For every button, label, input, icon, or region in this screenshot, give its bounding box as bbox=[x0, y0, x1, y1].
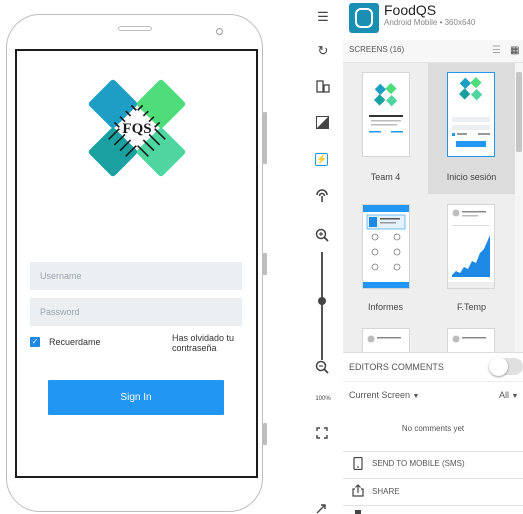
zoom-in-icon[interactable] bbox=[315, 228, 329, 242]
chevron-down-icon: ▼ bbox=[412, 393, 420, 400]
more-actions-row[interactable] bbox=[343, 505, 523, 514]
screens-title: SCREENS (16) bbox=[349, 45, 405, 54]
phone-icon bbox=[353, 457, 363, 470]
more-actions-icon bbox=[355, 510, 361, 514]
fqs-logo: FQS bbox=[88, 79, 186, 177]
grid-view-icon[interactable]: ▦ bbox=[510, 46, 519, 56]
screen-thumbnail[interactable] bbox=[362, 72, 410, 157]
app-title: FoodQS bbox=[384, 2, 437, 18]
touch-icon[interactable] bbox=[315, 188, 329, 202]
fullscreen-icon[interactable] bbox=[316, 427, 328, 439]
editors-comments-title: EDITORS COMMENTS bbox=[349, 362, 444, 372]
zoom-percent: 100% bbox=[315, 396, 331, 402]
filter-label: All bbox=[499, 390, 510, 400]
chevron-down-icon: ▼ bbox=[511, 393, 519, 400]
phone-side-button bbox=[263, 423, 267, 445]
comments-toggle-knob[interactable] bbox=[489, 357, 508, 376]
device-rotate-icon[interactable] bbox=[316, 80, 330, 94]
phone-side-button bbox=[263, 112, 267, 164]
current-screen-label: Current Screen bbox=[349, 390, 411, 400]
screen-thumbnail[interactable] bbox=[362, 204, 410, 289]
flash-icon[interactable]: ⚡ bbox=[315, 153, 328, 166]
logo-text: FQS bbox=[122, 121, 151, 137]
zoom-slider-track[interactable] bbox=[321, 252, 323, 360]
forgot-password-link[interactable]: Has olvidado tu contraseña bbox=[172, 333, 252, 353]
remember-label: Recuerdame bbox=[49, 337, 101, 347]
list-view-icon[interactable]: ☰ bbox=[492, 46, 501, 56]
zoom-out-icon[interactable] bbox=[315, 360, 329, 374]
share-icon bbox=[352, 484, 364, 497]
screen-caption: Informes bbox=[367, 302, 403, 312]
app-subtitle: Android Mobile • 360x640 bbox=[384, 18, 476, 27]
refresh-icon[interactable]: ↻ bbox=[311, 42, 335, 60]
screen-thumbnail[interactable] bbox=[362, 328, 410, 352]
screens-scroll-thumb[interactable] bbox=[516, 72, 522, 152]
remember-checkbox[interactable]: ✓ bbox=[30, 337, 40, 347]
expand-icon[interactable] bbox=[315, 503, 327, 514]
screen-caption: F.Temp bbox=[456, 302, 486, 312]
contrast-icon[interactable] bbox=[316, 116, 329, 129]
screen-caption: Inicio sesión bbox=[446, 172, 497, 182]
username-input[interactable]: Username bbox=[30, 262, 242, 290]
send-to-mobile-label: SEND TO MOBILE (SMS) bbox=[372, 459, 465, 468]
filter-dropdown[interactable]: All ▼ bbox=[499, 390, 518, 400]
phone-side-button bbox=[263, 253, 267, 275]
sign-in-button[interactable]: Sign In bbox=[48, 380, 224, 415]
menu-icon[interactable]: ☰ bbox=[311, 8, 335, 26]
app-icon-glyph bbox=[355, 8, 373, 28]
screen-caption: Team 4 bbox=[370, 172, 401, 182]
screen-thumbnail[interactable] bbox=[447, 72, 495, 157]
phone-speaker bbox=[118, 26, 152, 31]
no-comments-text: No comments yet bbox=[401, 424, 465, 433]
current-screen-dropdown[interactable]: Current Screen ▼ bbox=[349, 390, 419, 400]
share-button[interactable] bbox=[343, 478, 523, 504]
screen-thumbnail[interactable] bbox=[447, 204, 495, 289]
screen-thumbnail[interactable] bbox=[447, 328, 495, 352]
phone-camera bbox=[216, 28, 223, 35]
password-input[interactable]: Password bbox=[30, 298, 242, 326]
zoom-slider-thumb[interactable] bbox=[318, 297, 326, 305]
share-label: SHARE bbox=[372, 487, 400, 496]
